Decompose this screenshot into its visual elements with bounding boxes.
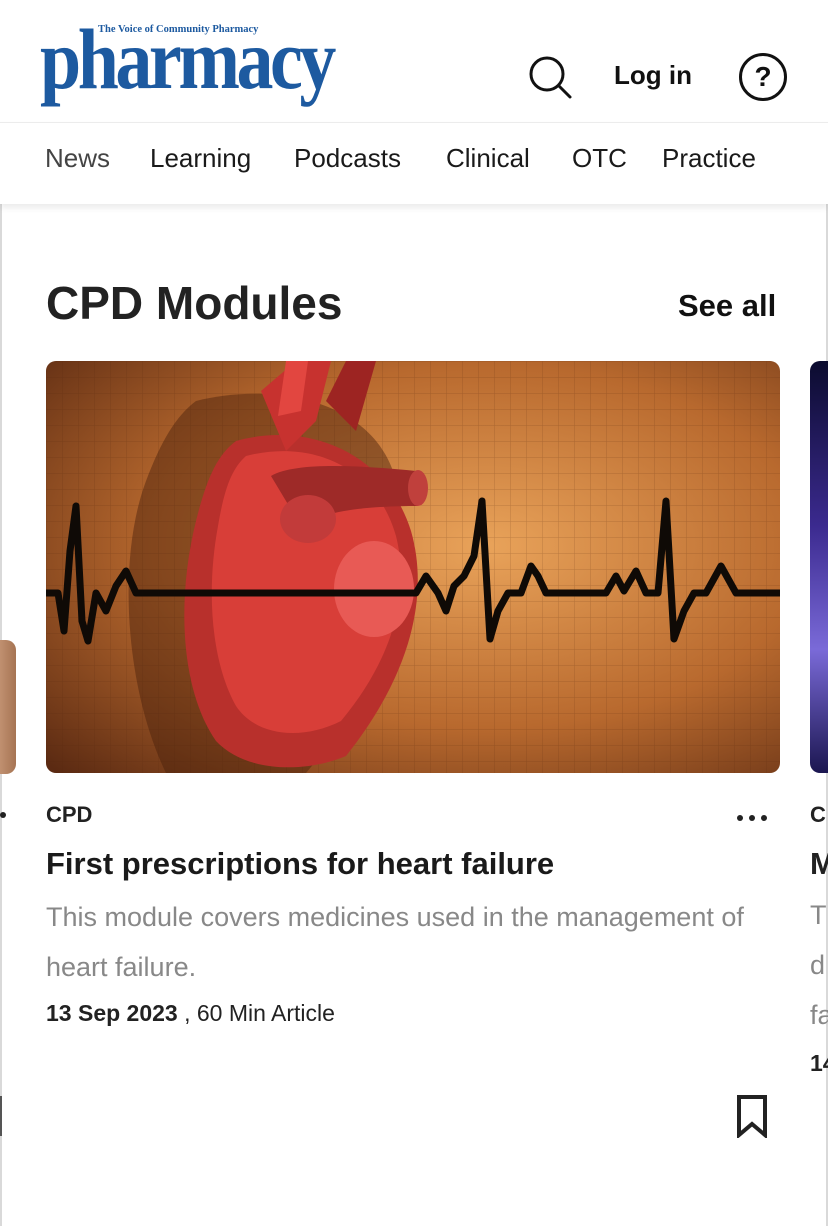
login-button[interactable]: Log in <box>614 60 692 91</box>
next-card-title[interactable]: M <box>810 846 828 882</box>
more-icon <box>737 815 767 821</box>
card-duration: , 60 Min Article <box>177 1000 335 1026</box>
heart-illustration <box>46 361 780 773</box>
card-image-heart[interactable] <box>46 361 780 773</box>
previous-card-image[interactable] <box>0 640 16 774</box>
nav-item-learning[interactable]: Learning <box>150 143 251 174</box>
next-card-image[interactable] <box>810 361 828 773</box>
main-nav: News Learning Podcasts Clinical OTC Prac… <box>0 122 828 204</box>
card-meta: 13 Sep 2023 , 60 Min Article <box>46 1000 335 1027</box>
previous-card-more-icon <box>0 812 6 818</box>
bookmark-icon <box>737 1095 767 1140</box>
card-description: This module covers medicines used in the… <box>46 902 744 982</box>
logo-wordmark: pharmacy <box>40 11 336 107</box>
pharmacy-logo[interactable]: The Voice of Community Pharmacy pharmacy <box>40 16 370 118</box>
next-card-date: 14 <box>810 1050 828 1076</box>
nav-item-news[interactable]: News <box>45 143 110 174</box>
nav-item-otc[interactable]: OTC <box>572 143 627 174</box>
bookmark-button[interactable] <box>736 1094 768 1140</box>
section-title: CPD Modules <box>46 277 343 329</box>
help-button[interactable]: ? <box>739 53 787 101</box>
nav-item-clinical[interactable]: Clinical <box>446 143 530 174</box>
search-icon <box>529 56 572 99</box>
next-card-category: C <box>810 802 826 827</box>
next-card-desc-line-2: d <box>810 950 826 980</box>
more-options-button[interactable] <box>736 800 776 830</box>
help-icon: ? <box>754 61 772 92</box>
site-header: The Voice of Community Pharmacy pharmacy… <box>0 0 828 122</box>
card-date: 13 Sep 2023 <box>46 1000 178 1026</box>
nav-item-podcasts[interactable]: Podcasts <box>294 143 401 174</box>
see-all-link[interactable]: See all <box>678 288 776 324</box>
card-title[interactable]: First prescriptions for heart failure <box>46 846 554 882</box>
nav-scroll-fade <box>788 123 828 204</box>
previous-card-bookmark-icon <box>0 1096 2 1136</box>
next-card-desc-line-3: fa <box>810 1000 828 1030</box>
search-button[interactable] <box>527 54 573 100</box>
nav-item-practice[interactable]: Practice <box>662 143 756 174</box>
card-category: CPD <box>46 802 93 827</box>
next-card-desc-line-1: T <box>810 900 827 930</box>
